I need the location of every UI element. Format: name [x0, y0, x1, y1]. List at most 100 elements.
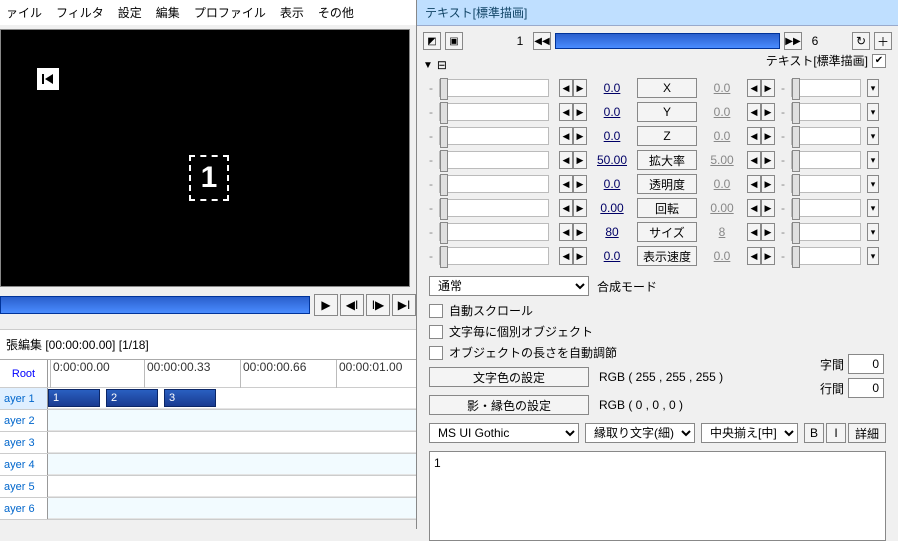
param-slider-r[interactable] [791, 151, 861, 169]
param-slider-l[interactable] [439, 247, 549, 265]
param-rvalue[interactable]: 8 [703, 225, 741, 239]
param-rvalue[interactable]: 0.0 [703, 81, 741, 95]
clip-2[interactable]: 2 [106, 389, 158, 407]
add-button[interactable]: ＋ [874, 32, 892, 50]
layer-label-3[interactable]: ayer 3 [0, 432, 48, 453]
dec-button[interactable]: ◀ [559, 199, 573, 217]
param-slider-l[interactable] [439, 175, 549, 193]
param-value[interactable]: 0.0 [593, 129, 631, 143]
text-content-box[interactable]: 1 [429, 451, 886, 541]
inc-button[interactable]: ▶ [573, 127, 587, 145]
dec-button[interactable]: ◀ [559, 151, 573, 169]
menu-edit[interactable]: 編集 [156, 4, 180, 21]
param-menu-button[interactable]: ▾ [867, 199, 879, 217]
param-menu-button[interactable]: ▾ [867, 175, 879, 193]
inc-button[interactable]: ▶ [573, 247, 587, 265]
scrubber-track[interactable] [0, 296, 310, 314]
param-slider-l[interactable] [439, 223, 549, 241]
clip-3[interactable]: 3 [164, 389, 216, 407]
param-mode-button[interactable]: Z [637, 126, 697, 146]
param-slider-l[interactable] [439, 79, 549, 97]
italic-button[interactable]: I [826, 423, 846, 443]
text-color-button[interactable]: 文字色の設定 [429, 367, 589, 387]
dec-button-r[interactable]: ◀ [747, 199, 761, 217]
inc-button-r[interactable]: ▶ [761, 79, 775, 97]
section-enabled-checkbox[interactable] [872, 54, 886, 68]
param-value[interactable]: 0.0 [593, 249, 631, 263]
param-slider-r[interactable] [791, 79, 861, 97]
param-slider-l[interactable] [439, 127, 549, 145]
param-rvalue[interactable]: 5.00 [703, 153, 741, 167]
inc-button[interactable]: ▶ [573, 151, 587, 169]
inc-button[interactable]: ▶ [573, 199, 587, 217]
param-rvalue[interactable]: 0.0 [703, 129, 741, 143]
param-slider-r[interactable] [791, 199, 861, 217]
detail-button[interactable]: 詳細 [848, 423, 886, 443]
track-6[interactable] [48, 498, 416, 519]
param-value[interactable]: 50.00 [593, 153, 631, 167]
shadow-color-button[interactable]: 影・縁色の設定 [429, 395, 589, 415]
dec-button[interactable]: ◀ [559, 103, 573, 121]
seek-start-button[interactable]: ◀◀ [533, 32, 551, 50]
inc-button-r[interactable]: ▶ [761, 127, 775, 145]
menu-file[interactable]: ァイル [6, 4, 42, 21]
param-slider-r[interactable] [791, 247, 861, 265]
collapse-triangle-icon[interactable]: ▼ [423, 60, 433, 71]
track-5[interactable] [48, 476, 416, 497]
layer-label-4[interactable]: ayer 4 [0, 454, 48, 475]
line-spacing-input[interactable] [848, 378, 884, 398]
param-menu-button[interactable]: ▾ [867, 151, 879, 169]
inc-button-r[interactable]: ▶ [761, 247, 775, 265]
step-fwd-button[interactable]: I▶ [366, 294, 390, 316]
param-value[interactable]: 80 [593, 225, 631, 239]
per-char-checkbox[interactable] [429, 325, 443, 339]
style-select[interactable]: 縁取り文字(細) [585, 423, 695, 443]
dec-button-r[interactable]: ◀ [747, 79, 761, 97]
dec-button-r[interactable]: ◀ [747, 175, 761, 193]
reload-button[interactable]: ↻ [852, 32, 870, 50]
inc-button-r[interactable]: ▶ [761, 199, 775, 217]
param-rvalue[interactable]: 0.0 [703, 249, 741, 263]
inc-button-r[interactable]: ▶ [761, 223, 775, 241]
font-select[interactable]: MS UI Gothic [429, 423, 579, 443]
dec-button-r[interactable]: ◀ [747, 127, 761, 145]
collapse-icon[interactable]: ◩ [423, 32, 441, 50]
param-mode-button[interactable]: 拡大率 [637, 150, 697, 170]
play-button[interactable]: ▶ [314, 294, 338, 316]
time-ruler[interactable]: 0:00:00.00 00:00:00.33 00:00:00.66 00:00… [48, 360, 416, 387]
param-value[interactable]: 0.00 [593, 201, 631, 215]
param-slider-r[interactable] [791, 175, 861, 193]
inc-button[interactable]: ▶ [573, 79, 587, 97]
goto-end-button[interactable]: ▶I [392, 294, 416, 316]
param-menu-button[interactable]: ▾ [867, 103, 879, 121]
dec-button[interactable]: ◀ [559, 223, 573, 241]
dec-button[interactable]: ◀ [559, 127, 573, 145]
menu-filter[interactable]: フィルタ [56, 4, 104, 21]
root-button[interactable]: Root [0, 360, 48, 387]
seek-end-button[interactable]: ▶▶ [784, 32, 802, 50]
param-slider-r[interactable] [791, 103, 861, 121]
menu-view[interactable]: 表示 [280, 4, 304, 21]
step-back-button[interactable]: ◀I [340, 294, 364, 316]
inc-button[interactable]: ▶ [573, 103, 587, 121]
char-spacing-input[interactable] [848, 354, 884, 374]
menu-profile[interactable]: プロファイル [194, 4, 266, 21]
dec-button[interactable]: ◀ [559, 247, 573, 265]
param-slider-l[interactable] [439, 103, 549, 121]
param-slider-r[interactable] [791, 223, 861, 241]
expand-icon[interactable]: ▣ [445, 32, 463, 50]
auto-length-checkbox[interactable] [429, 346, 443, 360]
param-slider-l[interactable] [439, 199, 549, 217]
param-mode-button[interactable]: X [637, 78, 697, 98]
layer-label-2[interactable]: ayer 2 [0, 410, 48, 431]
param-menu-button[interactable]: ▾ [867, 127, 879, 145]
param-mode-button[interactable]: 透明度 [637, 174, 697, 194]
param-slider-l[interactable] [439, 151, 549, 169]
bold-button[interactable]: B [804, 423, 824, 443]
layer-label-1[interactable]: ayer 1 [0, 388, 48, 409]
track-4[interactable] [48, 454, 416, 475]
param-menu-button[interactable]: ▾ [867, 223, 879, 241]
track-1[interactable]: 1 2 3 [48, 388, 416, 409]
compose-mode-select[interactable]: 通常 [429, 276, 589, 296]
rewind-icon[interactable] [37, 68, 59, 90]
